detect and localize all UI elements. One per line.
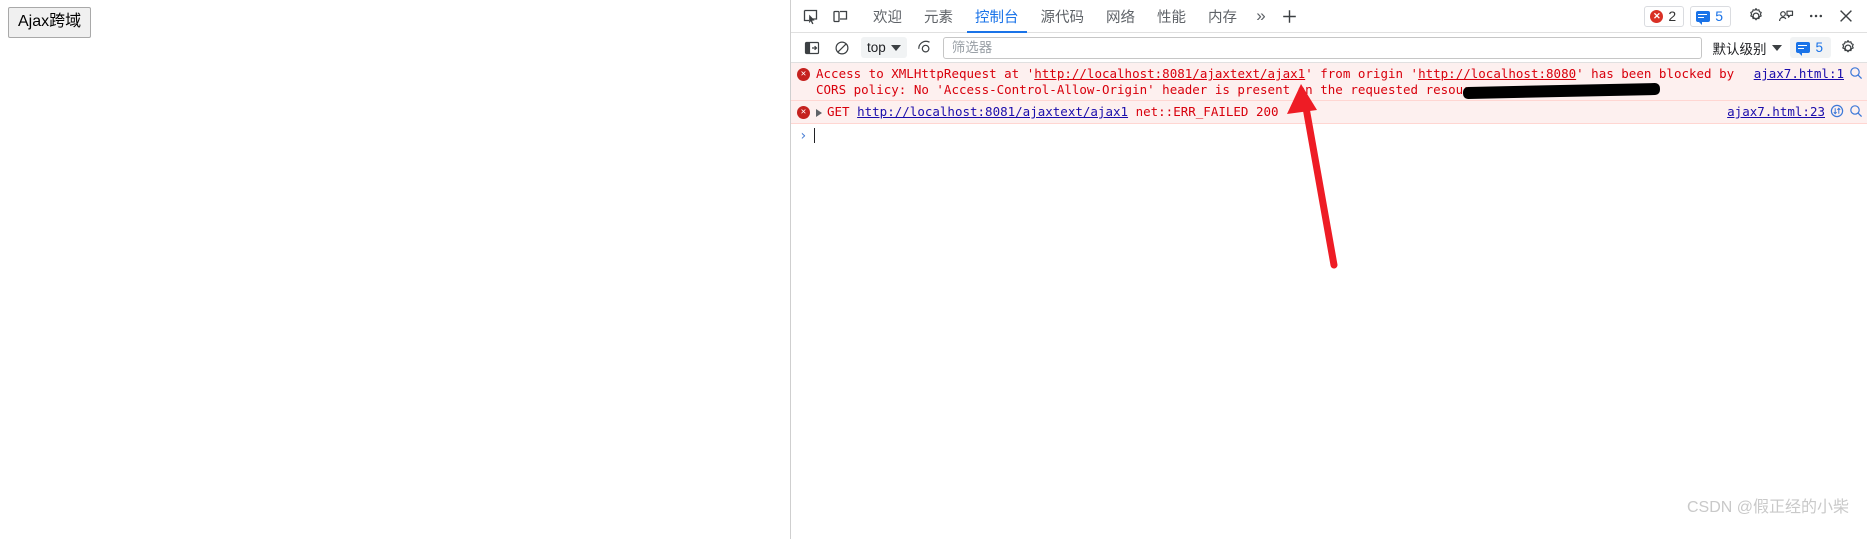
tab-performance[interactable]: 性能 [1146, 0, 1197, 33]
tab-sources-label: 源代码 [1040, 9, 1085, 26]
error-circle-icon: ✕ [797, 106, 810, 119]
search-icon[interactable] [1849, 104, 1863, 118]
message-bubble-icon [1696, 10, 1711, 25]
more-tabs-label: » [1256, 6, 1266, 25]
get-request-url-link[interactable]: http://localhost:8081/ajaxtext/ajax1 [857, 104, 1128, 119]
chevron-down-icon [890, 44, 901, 51]
devtools-panel: 欢迎 元素 控制台 源代码 网络 性能 内存 » ✕ 2 5 top 筛选器 默… [790, 0, 1867, 539]
filter-input[interactable] [942, 36, 1703, 59]
toolbar-message-count-badge[interactable]: 5 [1790, 37, 1831, 58]
console-sidebar-icon[interactable] [799, 36, 825, 60]
console-prompt-row[interactable]: › [791, 123, 1867, 148]
expand-triangle-icon[interactable] [816, 109, 822, 117]
error-circle-icon: ✕ [1650, 9, 1664, 23]
close-icon[interactable] [1831, 2, 1861, 30]
tab-elements-label: 元素 [924, 9, 953, 26]
inspect-element-icon[interactable] [795, 2, 825, 30]
chevron-down-icon [1772, 44, 1783, 51]
console-message-source: ajax7.html:1 [1754, 66, 1863, 82]
feedback-icon[interactable] [1771, 2, 1801, 30]
tab-console-label: 控制台 [975, 9, 1019, 26]
tab-welcome-label: 欢迎 [873, 9, 902, 26]
console-message-cors-error[interactable]: ✕ Access to XMLHttpRequest at 'http://lo… [791, 63, 1867, 101]
source-link-ajax7-html-23[interactable]: ajax7.html:23 [1727, 104, 1825, 120]
message-bubble-icon [1796, 42, 1811, 56]
tab-performance-label: 性能 [1157, 9, 1186, 26]
device-toolbar-icon[interactable] [825, 2, 855, 30]
cors-text-2: ' from origin ' [1305, 66, 1419, 81]
more-options-icon[interactable] [1801, 2, 1831, 30]
tab-memory-label: 内存 [1208, 9, 1237, 26]
screenshot-root: Ajax跨域 欢迎 元素 控制台 源代码 网络 性能 内存 » ✕ 2 5 to… [0, 0, 1867, 539]
tab-memory[interactable]: 内存 [1197, 0, 1248, 33]
context-selector-label: top [867, 40, 886, 55]
toolbar-message-count-label: 5 [1815, 40, 1823, 55]
cors-origin-url-link[interactable]: http://localhost:8080 [1418, 66, 1576, 81]
console-settings-gear-icon[interactable] [1835, 36, 1861, 60]
console-output: ✕ Access to XMLHttpRequest at 'http://lo… [791, 63, 1867, 148]
devtools-tabbar: 欢迎 元素 控制台 源代码 网络 性能 内存 » ✕ 2 5 [791, 0, 1867, 33]
text-cursor [814, 128, 816, 143]
web-page-area: Ajax跨域 [0, 0, 790, 539]
log-level-label: 默认级别 [1712, 41, 1767, 57]
tab-welcome[interactable]: 欢迎 [862, 0, 913, 33]
ajax-cross-origin-button[interactable]: Ajax跨域 [8, 7, 92, 38]
tab-network-label: 网络 [1106, 9, 1135, 26]
error-count-badge[interactable]: ✕ 2 [1644, 5, 1685, 27]
network-request-icon[interactable] [1830, 104, 1844, 118]
search-icon[interactable] [1849, 66, 1863, 80]
console-message-text: GET http://localhost:8081/ajaxtext/ajax1… [816, 104, 1719, 120]
message-count-badge[interactable]: 5 [1690, 5, 1731, 27]
csdn-watermark: CSDN @假正经的小柴 [1686, 499, 1849, 516]
context-selector[interactable]: top [861, 37, 907, 58]
console-toolbar: top 默认级别 5 [791, 33, 1867, 63]
live-expression-icon[interactable] [913, 36, 939, 60]
gear-icon[interactable] [1741, 2, 1771, 30]
more-tabs-chevron-icon[interactable]: » [1248, 2, 1274, 30]
tab-console[interactable]: 控制台 [964, 0, 1030, 33]
add-panel-plus-icon[interactable] [1274, 2, 1304, 30]
console-message-source: ajax7.html:23 [1727, 104, 1863, 120]
tab-elements[interactable]: 元素 [913, 0, 964, 33]
error-status-label: net::ERR_FAILED 200 [1135, 104, 1279, 119]
prompt-arrow-icon: › [799, 127, 808, 144]
http-method-label: GET [827, 104, 850, 119]
error-circle-icon: ✕ [797, 68, 810, 81]
clear-console-icon[interactable] [829, 36, 855, 60]
error-count-label: 2 [1668, 8, 1677, 24]
console-message-get-error[interactable]: ✕ GET http://localhost:8081/ajaxtext/aja… [791, 101, 1867, 124]
cors-request-url-link[interactable]: http://localhost:8081/ajaxtext/ajax1 [1034, 66, 1305, 81]
log-level-selector[interactable]: 默认级别 [1706, 37, 1786, 59]
source-link-ajax7-html-1[interactable]: ajax7.html:1 [1754, 66, 1844, 82]
message-count-label: 5 [1715, 8, 1723, 24]
tab-network[interactable]: 网络 [1095, 0, 1146, 33]
cors-text-1: Access to XMLHttpRequest at ' [816, 66, 1035, 81]
tab-sources[interactable]: 源代码 [1030, 0, 1096, 33]
